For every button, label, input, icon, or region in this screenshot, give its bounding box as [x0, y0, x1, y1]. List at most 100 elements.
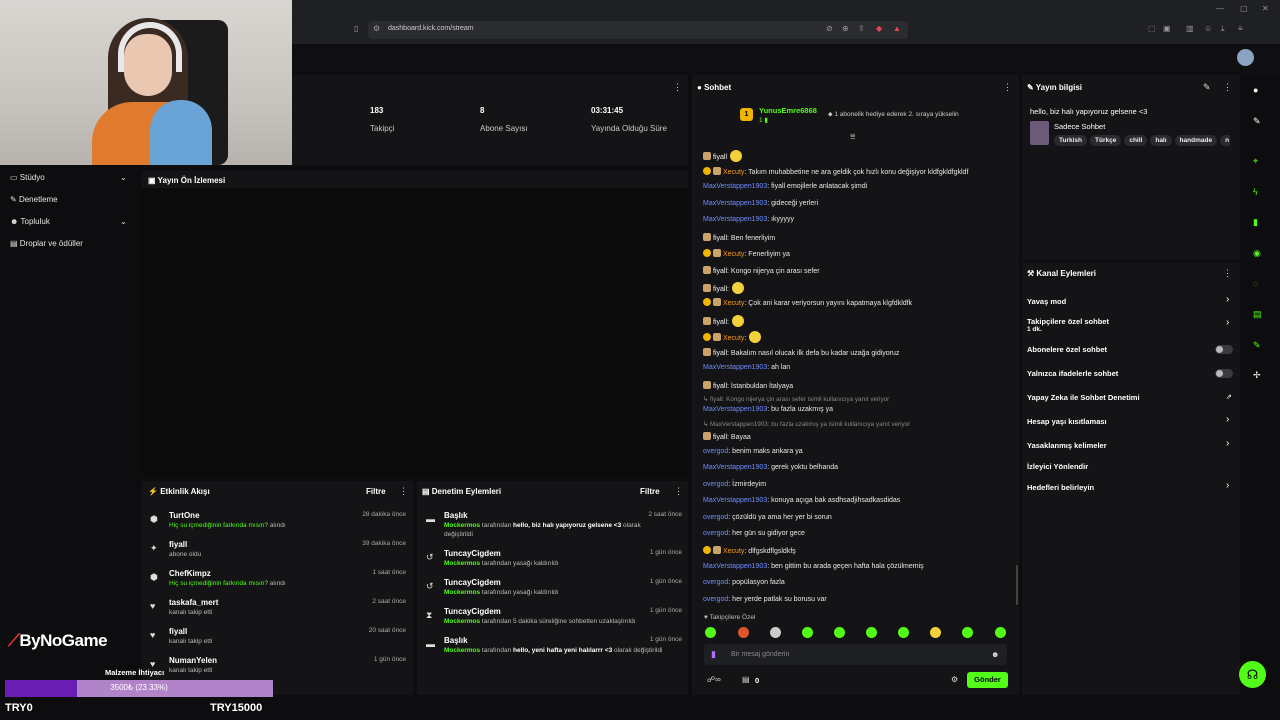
url-text[interactable]: dashboard.kick.com/stream — [388, 25, 474, 32]
channel-action-3[interactable]: Yalnızca ifadelerle sohbet — [1027, 369, 1118, 378]
zoom-icon[interactable]: ⊕ — [842, 24, 849, 33]
channel-action-1[interactable]: Takipçilere özel sohbet — [1027, 317, 1109, 326]
emote-icon[interactable] — [866, 627, 877, 638]
wrench-icon[interactable]: ✎ — [1253, 340, 1261, 351]
site-settings-icon[interactable]: ⚙ — [373, 24, 380, 33]
chat-username[interactable]: Xecuty — [723, 169, 744, 176]
activity-user[interactable]: fiyall — [169, 540, 187, 549]
emote-icon[interactable] — [705, 627, 716, 638]
chevron-right-icon[interactable]: › — [1226, 317, 1229, 328]
tag[interactable]: Turkish — [1054, 135, 1087, 146]
chat-username[interactable]: overgod — [703, 579, 728, 586]
emote-icon[interactable] — [834, 627, 845, 638]
help-button[interactable]: ☊ — [1239, 661, 1266, 688]
moderation-target[interactable]: TuncayCigdem — [444, 549, 501, 558]
maximize-icon[interactable]: ▢ — [1240, 4, 1248, 13]
tag[interactable]: halı — [1150, 135, 1172, 146]
chat-username[interactable]: MaxVerstappen1903 — [703, 464, 767, 471]
chevron-down-icon[interactable]: ⌄ — [120, 173, 127, 182]
channel-action-7[interactable]: İzleyici Yönlendir — [1027, 462, 1088, 471]
chat-username[interactable]: fiyall — [713, 154, 727, 161]
emote-icon[interactable] — [738, 627, 749, 638]
list-icon[interactable]: ▤ — [1253, 309, 1262, 320]
tag[interactable]: chill — [1124, 135, 1148, 146]
channel-action-5[interactable]: Hesap yaşı kısıtlaması — [1027, 417, 1107, 426]
moderation-filter-button[interactable]: Filtre — [640, 487, 660, 496]
chat-username[interactable]: fiyall — [713, 268, 727, 275]
channel-action-0[interactable]: Yavaş mod — [1027, 297, 1066, 306]
chat-username[interactable]: overgod — [703, 514, 728, 521]
chat-username[interactable]: overgod — [703, 530, 728, 537]
chat-input-placeholder[interactable]: Bir mesaj gönderin — [731, 651, 789, 658]
channel-action-2[interactable]: Abonelere özel sohbet — [1027, 345, 1107, 354]
activity-user[interactable]: ChefKimpz — [169, 569, 211, 578]
tag[interactable]: n — [1220, 135, 1230, 146]
chat-username[interactable]: fiyall — [713, 319, 727, 326]
minimize-icon[interactable]: — — [1216, 4, 1224, 13]
tag[interactable]: handmade — [1174, 135, 1218, 146]
chat-username[interactable]: overgod — [703, 596, 728, 603]
sidebar-toggle-icon[interactable]: ▥ — [1186, 24, 1194, 33]
more-options-icon[interactable]: ⋮ — [399, 486, 408, 497]
emote-icon[interactable] — [962, 627, 973, 638]
chevron-right-icon[interactable]: › — [1226, 414, 1229, 425]
emote-icon[interactable] — [898, 627, 909, 638]
channel-action-8[interactable]: Hedefleri belirleyin — [1027, 483, 1094, 492]
sidebar-item-denetleme[interactable]: ✎ Denetleme — [10, 195, 58, 204]
moderator-name[interactable]: Mockermos — [444, 647, 480, 654]
moderator-name[interactable]: Mockermos — [444, 522, 480, 529]
puzzle-icon[interactable]: ✢ — [1253, 370, 1261, 381]
broadcast-icon[interactable]: ◌ — [1253, 279, 1258, 289]
chevron-down-icon[interactable]: ⌄ — [120, 217, 127, 226]
rewards-icon[interactable]: ▲ — [893, 24, 901, 33]
chat-username[interactable]: MaxVerstappen1903 — [703, 216, 767, 223]
more-options-icon[interactable]: ⋮ — [1003, 82, 1012, 93]
category-name[interactable]: Sadece Sohbet — [1054, 122, 1105, 131]
pencil-icon[interactable]: ✎ — [1203, 82, 1211, 93]
profile-icon[interactable]: ☺ — [1204, 24, 1212, 33]
moderation-target[interactable]: TuncayCigdem — [444, 607, 501, 616]
chat-username[interactable]: Xecuty — [723, 251, 744, 258]
gear-icon[interactable]: ⚙ — [951, 675, 958, 684]
more-options-icon[interactable]: ⋮ — [1223, 268, 1232, 279]
activity-user[interactable]: NumanYelen — [169, 656, 217, 665]
brave-shield-icon[interactable]: ◆ — [876, 24, 882, 33]
pinned-user[interactable]: YunusEmre6868 — [759, 106, 817, 115]
user-avatar[interactable] — [1237, 49, 1254, 66]
toggle-switch[interactable] — [1215, 369, 1233, 378]
mic-icon[interactable]: ▮ — [711, 649, 716, 660]
channel-action-4[interactable]: Yapay Zeka ile Sohbet Denetimi — [1027, 393, 1140, 402]
chat-username[interactable]: Xecuty — [723, 548, 744, 555]
chat-username[interactable]: fiyall — [713, 235, 727, 242]
send-button[interactable]: Gönder — [967, 672, 1008, 688]
chat-bubble-icon[interactable]: ◉ — [1253, 248, 1261, 259]
moderator-name[interactable]: Mockermos — [444, 589, 480, 596]
chat-username[interactable]: MaxVerstappen1903 — [703, 364, 767, 371]
moderation-target[interactable]: Başlık — [444, 636, 468, 645]
menu-icon[interactable]: ≡ — [1238, 24, 1243, 33]
sidebar-item-studyo[interactable]: ▭ Stüdyo — [10, 173, 45, 182]
emote-icon[interactable] — [802, 627, 813, 638]
tag[interactable]: Türkçe — [1090, 135, 1122, 146]
toggle-switch[interactable] — [1215, 345, 1233, 354]
chat-username[interactable]: MaxVerstappen1903 — [703, 563, 767, 570]
download-icon[interactable]: ⤓ — [1221, 24, 1225, 34]
chat-username[interactable]: fiyall — [713, 286, 727, 293]
share-icon[interactable]: ⇪ — [858, 24, 865, 33]
bookmark-icon[interactable]: ▯ — [354, 24, 358, 33]
sidebar-item-topluluk[interactable]: ☻ Topluluk — [10, 217, 50, 226]
chat-username[interactable]: Xecuty — [723, 335, 744, 342]
chat-scrollbar[interactable] — [1016, 565, 1018, 605]
chat-username[interactable]: MaxVerstappen1903 — [703, 497, 767, 504]
activity-filter-button[interactable]: Filtre — [366, 487, 386, 496]
moderator-name[interactable]: Mockermos — [444, 560, 480, 567]
moderator-name[interactable]: Mockermos — [444, 618, 480, 625]
pin-toggle-icon[interactable]: ⩸ — [850, 131, 855, 142]
more-options-icon[interactable]: ⋮ — [673, 82, 682, 93]
more-options-icon[interactable]: ⋮ — [1223, 82, 1232, 93]
wallet-icon[interactable]: ▣ — [1163, 24, 1171, 33]
close-window-icon[interactable]: ✕ — [1262, 4, 1269, 13]
chat-username[interactable]: MaxVerstappen1903 — [703, 200, 767, 207]
chat-username[interactable]: MaxVerstappen1903 — [703, 183, 767, 190]
activity-user[interactable]: TurtOne — [169, 511, 200, 520]
